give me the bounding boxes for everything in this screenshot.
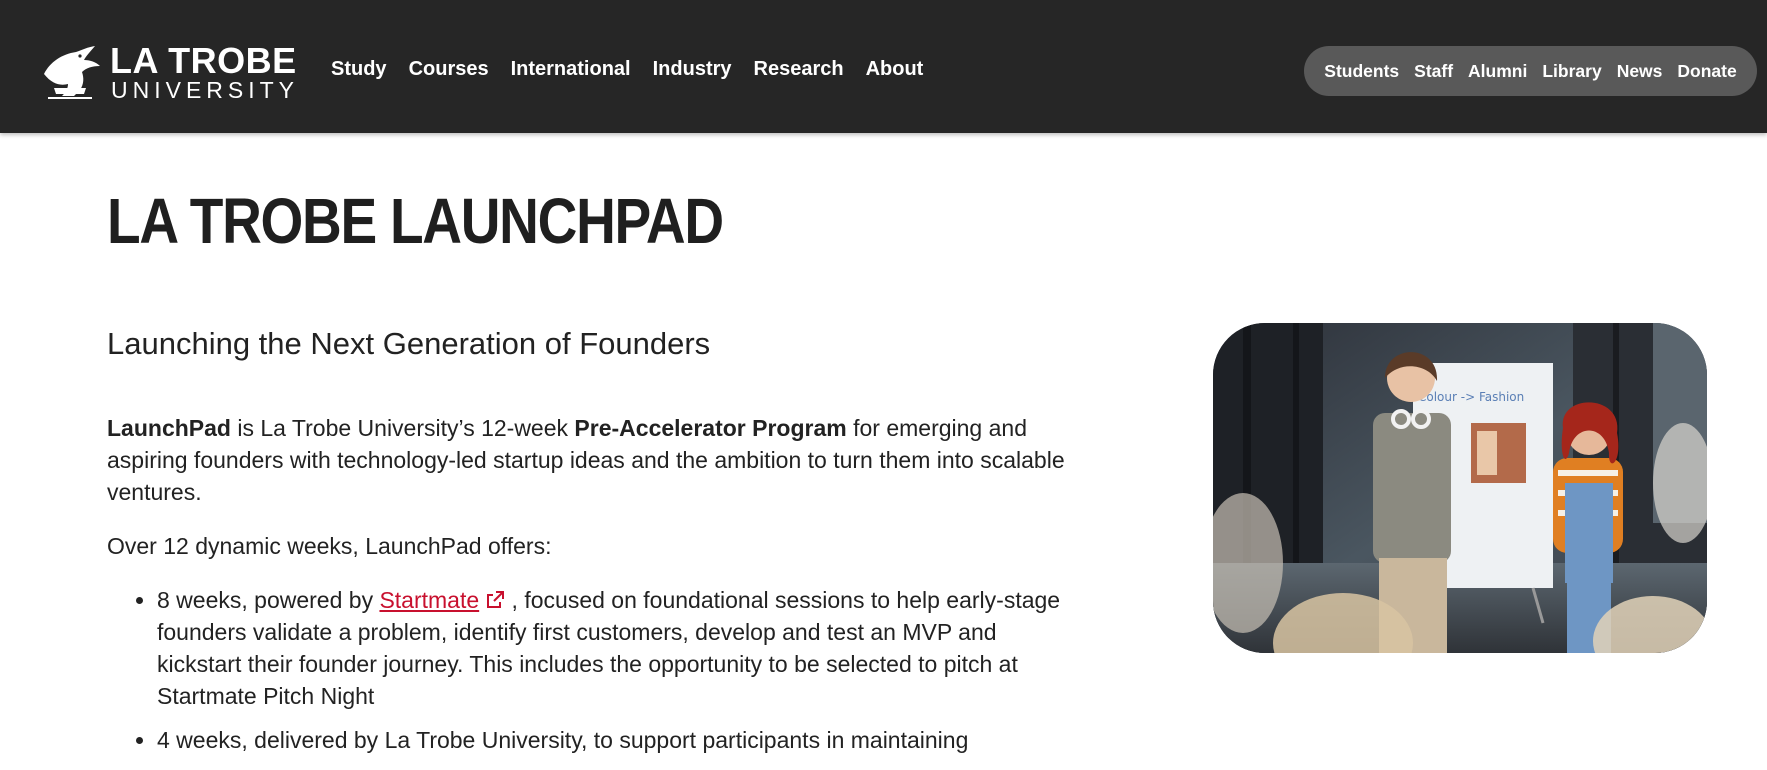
eagle-logo-icon: [44, 46, 100, 99]
util-students[interactable]: Students: [1324, 61, 1399, 82]
page-subtitle: Launching the Next Generation of Founder…: [107, 326, 711, 361]
university-logo[interactable]: LA TROBE UNIVERSITY: [40, 40, 300, 103]
nav-courses[interactable]: Courses: [409, 58, 489, 81]
util-library[interactable]: Library: [1542, 61, 1601, 82]
nav-research[interactable]: Research: [754, 58, 844, 81]
list-item: 4 weeks, delivered by La Trobe Universit…: [157, 724, 1082, 756]
intro-bold-launchpad: LaunchPad: [107, 415, 231, 441]
nav-international[interactable]: International: [511, 58, 631, 81]
util-news[interactable]: News: [1617, 61, 1663, 82]
offers-list: 8 weeks, powered by Startmate , focused …: [107, 584, 1082, 756]
nav-about[interactable]: About: [866, 58, 924, 81]
startmate-link[interactable]: Startmate: [379, 587, 479, 613]
nav-industry[interactable]: Industry: [653, 58, 732, 81]
intro-text-1: is La Trobe University’s 12-week: [230, 415, 575, 441]
bullet-1-before: 8 weeks, powered by: [157, 587, 380, 613]
util-alumni[interactable]: Alumni: [1468, 61, 1527, 82]
logo-text-secondary: UNIVERSITY: [111, 77, 300, 103]
hero-image: Colour -> Fashion: [1213, 323, 1707, 653]
intro-bold-program: Pre-Accelerator Program: [574, 415, 847, 441]
util-staff[interactable]: Staff: [1414, 61, 1453, 82]
logo-text-primary: LA TROBE: [110, 40, 297, 81]
whiteboard-text: Colour -> Fashion: [1418, 390, 1524, 404]
list-item: 8 weeks, powered by Startmate , focused …: [157, 584, 1082, 712]
util-donate[interactable]: Donate: [1677, 61, 1736, 82]
site-header: LA TROBE UNIVERSITY Study Courses Intern…: [0, 0, 1767, 133]
page-title: LA TROBE LAUNCHPAD: [107, 185, 724, 257]
intro-paragraph: LaunchPad is La Trobe University’s 12-we…: [107, 412, 1082, 508]
offers-intro: Over 12 dynamic weeks, LaunchPad offers:: [107, 533, 552, 559]
nav-study[interactable]: Study: [331, 58, 387, 81]
main-navigation: Study Courses International Industry Res…: [331, 58, 923, 81]
utility-navigation: Students Staff Alumni Library News Donat…: [1304, 46, 1757, 96]
hero-photo: Colour -> Fashion: [1213, 323, 1707, 653]
external-link-icon[interactable]: [485, 590, 505, 610]
main-content: LaunchPad is La Trobe University’s 12-we…: [107, 412, 1082, 768]
